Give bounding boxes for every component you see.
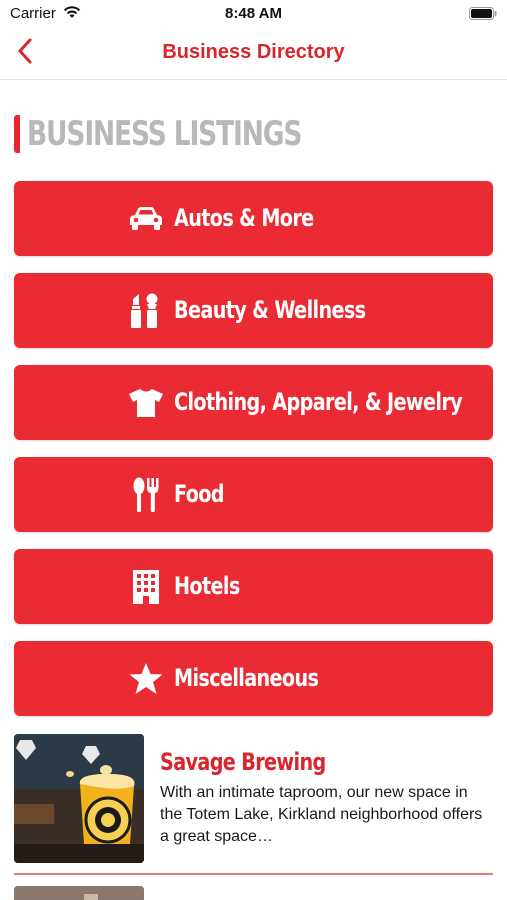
star-icon — [127, 660, 164, 697]
category-label: Hotels — [174, 572, 240, 600]
listing-description: With an intimate taproom, our new space … — [160, 784, 483, 845]
listing-item[interactable]: Savage Brewing With an intimate taproom,… — [14, 734, 493, 864]
car-icon — [127, 200, 164, 237]
tshirt-icon — [127, 384, 164, 421]
status-time: 8:48 AM — [225, 5, 282, 22]
page-title: Business Directory — [162, 41, 345, 63]
heading-accent-bar — [14, 115, 20, 153]
status-bar: Carrier 8:48 AM — [0, 0, 507, 28]
navigation-bar: Business Directory — [0, 28, 507, 80]
utensils-icon — [127, 476, 164, 513]
category-button-hotels[interactable]: Hotels — [14, 549, 493, 624]
category-label: Food — [174, 480, 225, 508]
battery-icon — [469, 7, 497, 20]
listing-divider — [14, 873, 493, 875]
category-label: Clothing, Apparel, & Jewelry — [174, 388, 463, 416]
cosmetics-icon — [127, 292, 164, 329]
category-button-autos[interactable]: Autos & More — [14, 181, 493, 256]
listing-thumbnail[interactable] — [14, 886, 144, 900]
listing-name: Savage Brewing — [160, 748, 326, 776]
category-label: Autos & More — [174, 204, 314, 232]
category-label: Miscellaneous — [174, 664, 319, 692]
category-button-miscellaneous[interactable]: Miscellaneous — [14, 641, 493, 716]
section-heading: BUSINESS LISTINGS — [14, 112, 379, 156]
category-button-clothing[interactable]: Clothing, Apparel, & Jewelry — [14, 365, 493, 440]
category-button-food[interactable]: Food — [14, 457, 493, 532]
building-icon — [127, 568, 164, 605]
category-label: Beauty & Wellness — [174, 296, 366, 324]
listing-thumbnail — [14, 734, 144, 863]
section-heading-text: BUSINESS LISTINGS — [27, 114, 302, 154]
category-button-beauty[interactable]: Beauty & Wellness — [14, 273, 493, 348]
category-list: Autos & More Beauty & Wellness Clothing,… — [14, 181, 493, 733]
